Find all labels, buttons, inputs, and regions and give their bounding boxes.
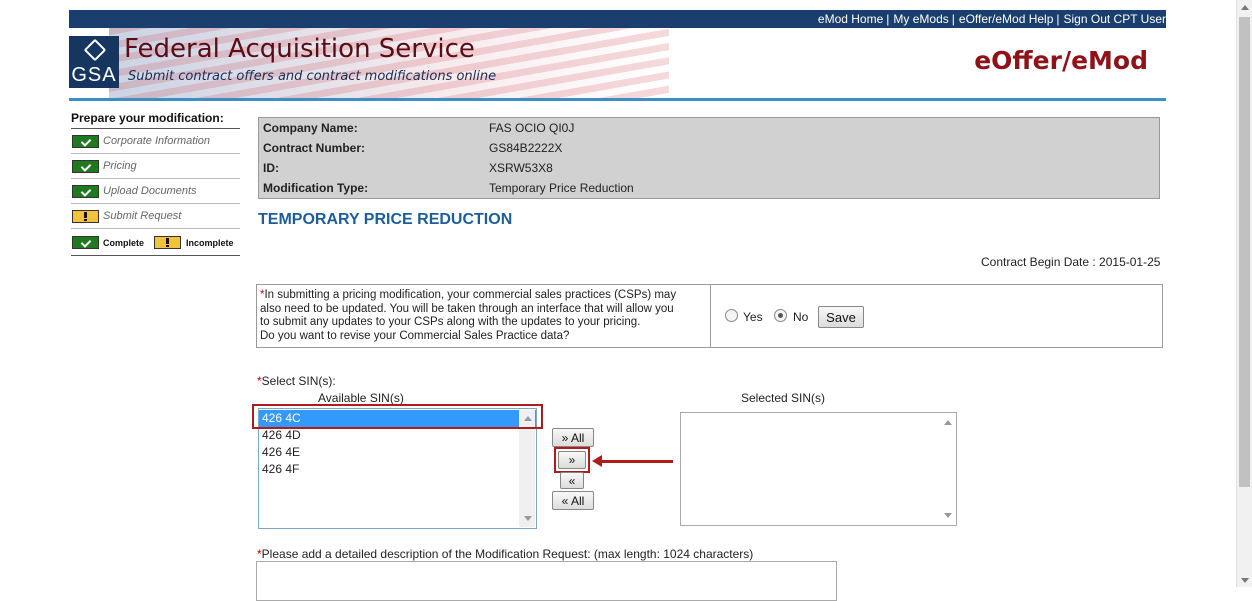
contract-info-panel: Company Name: FAS OCIO QI0J Contract Num… [258, 117, 1160, 199]
check-icon [72, 185, 99, 198]
description-label: *Please add a detailed description of th… [257, 547, 753, 561]
company-name-value: FAS OCIO QI0J [489, 121, 575, 135]
warning-icon [154, 236, 181, 249]
gsa-logo[interactable]: GSA [69, 36, 119, 88]
csp-save-button[interactable]: Save [818, 306, 864, 328]
id-value: XSRW53X8 [489, 161, 553, 175]
csp-line: Do you want to revise your Commercial Sa… [260, 329, 570, 342]
sidebar-item-pricing[interactable]: Pricing [71, 154, 240, 179]
warning-icon [72, 210, 99, 223]
selected-item-highlight [252, 404, 543, 429]
csp-no-radio[interactable] [774, 309, 787, 322]
csp-yes-label: Yes [743, 310, 763, 324]
sidebar-title: Prepare your modification: [71, 111, 240, 129]
modification-type-value: Temporary Price Reduction [489, 181, 634, 195]
available-sins-title: Available SIN(s) [318, 391, 404, 405]
callout-arrow [598, 460, 673, 463]
contract-number-label: Contract Number: [263, 141, 366, 155]
selected-sins-scrollbar[interactable] [939, 414, 955, 524]
add-all-button[interactable]: » All [552, 428, 594, 447]
top-nav-links: eMod Home | My eMods | eOffer/eMod Help | Sign… [818, 12, 1166, 26]
scroll-up-icon[interactable] [1241, 5, 1249, 10]
gsa-logo-text: GSA [71, 64, 117, 86]
csp-question-panel: *In submitting a pricing modification, y… [256, 284, 1163, 348]
company-name-label: Company Name: [263, 121, 358, 135]
my-emods-link[interactable]: My eMods [893, 12, 948, 26]
csp-line: also need to be updated. You will be tak… [260, 302, 674, 315]
list-item[interactable]: 426 4E [259, 444, 536, 461]
select-sin-label: *Select SIN(s): [257, 374, 336, 388]
legend-incomplete-label: Incomplete [186, 238, 234, 248]
csp-yes-radio[interactable] [725, 309, 738, 322]
check-icon [72, 160, 99, 173]
remove-selected-button[interactable]: « [560, 472, 584, 489]
sidebar-item-label: Submit Request [103, 210, 182, 222]
arrow-left-icon [592, 455, 602, 467]
contract-begin-date: Contract Begin Date : 2015-01-25 [981, 255, 1161, 269]
scroll-down-icon[interactable] [944, 513, 952, 518]
csp-line: In submitting a pricing modification, yo… [264, 289, 677, 301]
site-subtitle: Submit contract offers and contract modi… [128, 69, 497, 84]
scroll-down-icon[interactable] [1241, 578, 1249, 583]
scroll-down-icon[interactable] [524, 516, 532, 521]
id-label: ID: [263, 161, 279, 175]
nav-separator: | [1056, 12, 1060, 26]
list-item[interactable]: 426 4F [259, 461, 536, 478]
check-icon [72, 236, 99, 249]
help-link[interactable]: eOffer/eMod Help [959, 12, 1054, 26]
emod-home-link[interactable]: eMod Home [818, 12, 883, 26]
page-scrollbar[interactable] [1236, 0, 1252, 587]
sidebar-item-submit-request[interactable]: Submit Request [71, 204, 240, 229]
legend-complete-label: Complete [103, 238, 145, 248]
csp-no-label: No [793, 310, 809, 324]
sidebar-item-label: Corporate Information [103, 135, 210, 147]
nav-separator: | [886, 12, 890, 26]
csp-line: to submit any updates to your CSPs along… [260, 316, 641, 328]
sidebar-item-label: Pricing [103, 160, 137, 172]
panel-divider [710, 285, 711, 347]
csp-question-text: *In submitting a pricing modification, y… [260, 289, 708, 343]
top-nav-bar: eMod Home | My eMods | eOffer/eMod Help | Sign… [69, 10, 1166, 28]
scroll-up-icon[interactable] [944, 420, 952, 425]
header-divider [69, 98, 1166, 101]
sign-out-link[interactable]: Sign Out CPT User [1064, 12, 1166, 26]
description-textarea[interactable] [256, 561, 837, 601]
sidebar-item-upload-documents[interactable]: Upload Documents [71, 179, 240, 204]
sidebar-item-label: Upload Documents [103, 185, 197, 197]
list-item[interactable]: 426 4D [259, 427, 536, 444]
description-label-text: Please add a detailed description of the… [261, 547, 754, 561]
check-icon [72, 135, 99, 148]
scrollbar-thumb[interactable] [1239, 17, 1250, 487]
selected-sins-title: Selected SIN(s) [741, 391, 826, 405]
nav-separator: | [951, 12, 955, 26]
remove-all-button[interactable]: « All [552, 491, 594, 510]
header-banner: GSA Federal Acquisition Service Submit c… [69, 28, 1166, 98]
site-title: Federal Acquisition Service [124, 34, 475, 64]
select-sin-text: Select SIN(s): [261, 374, 336, 388]
modification-type-label: Modification Type: [263, 181, 369, 195]
page-title: TEMPORARY PRICE REDUCTION [258, 211, 513, 228]
add-button-highlight [554, 447, 590, 473]
brand-name: eOffer/eMod [974, 46, 1148, 75]
star-icon [83, 38, 107, 62]
status-legend: Complete Incomplete [71, 229, 240, 256]
contract-number-value: GS84B2222X [489, 141, 563, 155]
progress-sidebar: Prepare your modification: Corporate Inf… [71, 111, 240, 256]
selected-sins-listbox[interactable] [680, 412, 957, 526]
sidebar-item-corporate-information[interactable]: Corporate Information [71, 129, 240, 154]
